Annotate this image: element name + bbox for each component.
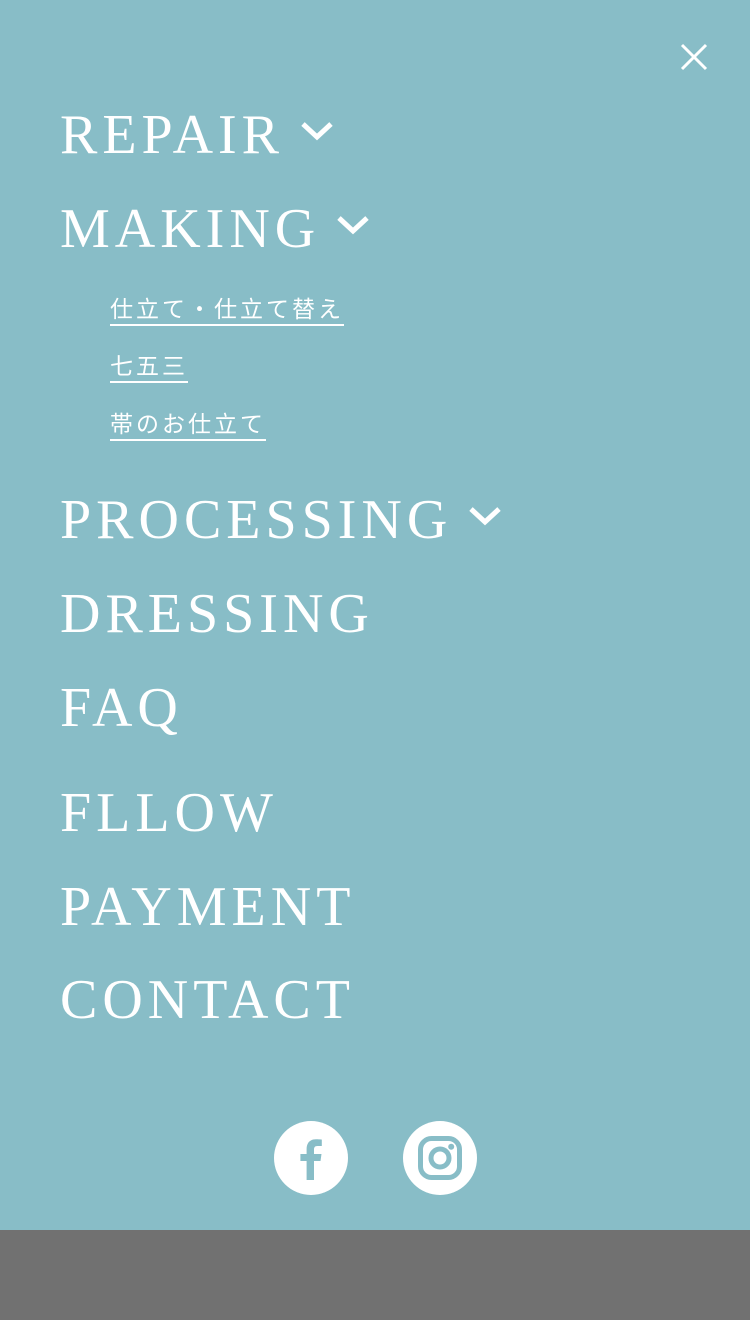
nav-item-payment[interactable]: PAYMENT bbox=[60, 879, 355, 935]
close-button[interactable] bbox=[672, 36, 716, 80]
submenu-item-shichigosan[interactable]: 七五三 bbox=[110, 355, 188, 383]
submenu-item-obi-tailoring[interactable]: 帯のお仕立て bbox=[110, 413, 266, 441]
nav-label: FLLOW bbox=[60, 782, 278, 844]
footer-band bbox=[0, 1230, 750, 1320]
chevron-down-icon[interactable] bbox=[336, 214, 370, 236]
nav-label: PROCESSING bbox=[60, 489, 453, 551]
menu-panel: REPAIR MAKING 仕立て・仕立て替え 七五三 帯のお仕立て PROCE… bbox=[0, 0, 750, 1230]
nav-label: DRESSING bbox=[60, 583, 374, 645]
nav-item-processing[interactable]: PROCESSING bbox=[60, 492, 502, 548]
nav-item-fllow[interactable]: FLLOW bbox=[60, 785, 278, 841]
submenu-item-tailoring[interactable]: 仕立て・仕立て替え bbox=[110, 298, 344, 326]
facebook-link[interactable] bbox=[274, 1121, 348, 1195]
nav-label: MAKING bbox=[60, 198, 321, 260]
chevron-down-icon[interactable] bbox=[300, 120, 334, 142]
nav-item-faq[interactable]: FAQ bbox=[60, 680, 183, 736]
nav-label: CONTACT bbox=[60, 969, 355, 1031]
nav-item-repair[interactable]: REPAIR bbox=[60, 107, 334, 163]
nav-item-dressing[interactable]: DRESSING bbox=[60, 586, 374, 642]
nav-label: FAQ bbox=[60, 677, 183, 739]
instagram-icon bbox=[418, 1136, 462, 1180]
nav-label: REPAIR bbox=[60, 104, 285, 166]
facebook-icon bbox=[300, 1139, 322, 1180]
nav-item-making[interactable]: MAKING bbox=[60, 201, 370, 257]
close-icon bbox=[680, 43, 708, 71]
instagram-link[interactable] bbox=[403, 1121, 477, 1195]
chevron-down-icon[interactable] bbox=[468, 505, 502, 527]
nav-label: PAYMENT bbox=[60, 876, 356, 938]
nav-item-contact[interactable]: CONTACT bbox=[60, 972, 355, 1028]
